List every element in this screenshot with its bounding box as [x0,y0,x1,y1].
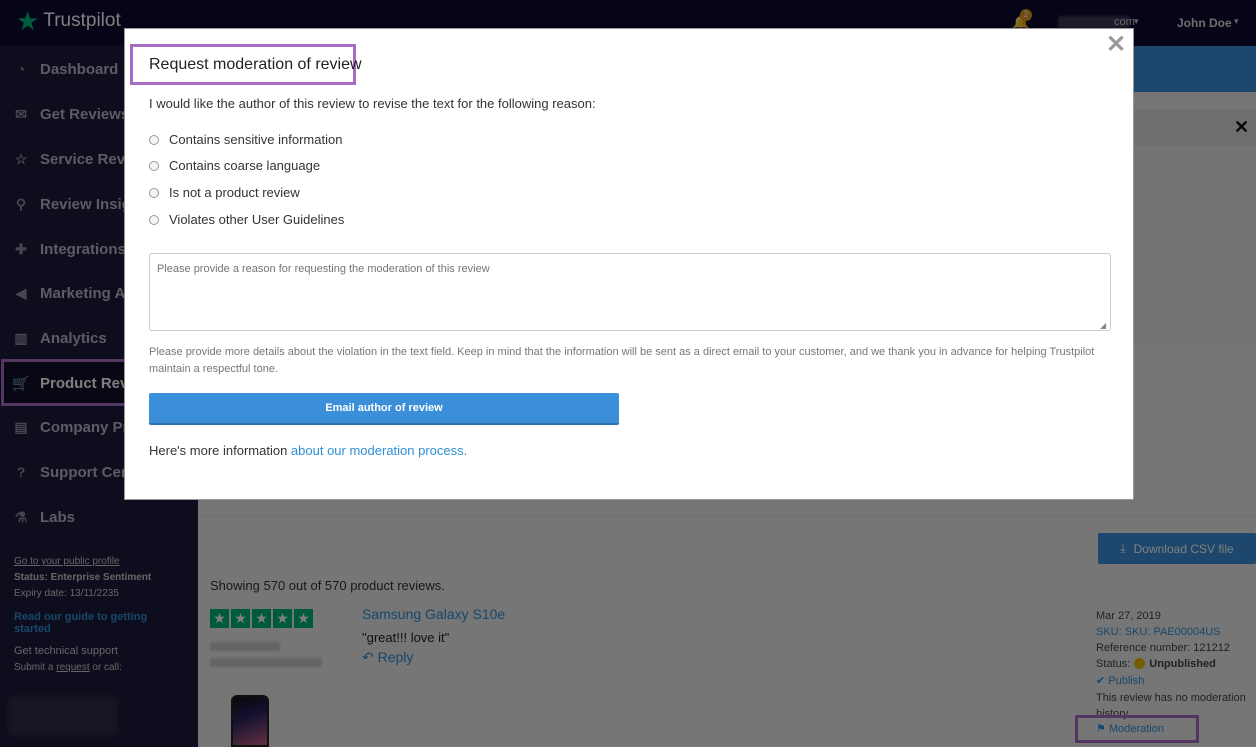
radio-button[interactable] [149,214,159,225]
help-text: Please provide more details about the vi… [149,346,1095,375]
close-icon[interactable]: ✕ [1106,33,1126,57]
radio-button[interactable] [149,134,159,145]
radio-button[interactable] [149,187,159,198]
email-author-button[interactable]: Email author of review [149,393,619,425]
modal-intro: I would like the author of this review t… [149,96,596,111]
reason-option-guidelines[interactable]: Violates other User Guidelines [149,212,344,227]
reason-option-not-product[interactable]: Is not a product review [149,185,300,200]
reason-option-coarse[interactable]: Contains coarse language [149,158,320,173]
more-info-text: Here's more information about our modera… [149,443,468,458]
reason-option-sensitive[interactable]: Contains sensitive information [149,132,342,147]
resize-handle-icon[interactable]: ◢ [1100,321,1106,330]
moderation-modal: ✕ Request moderation of review I would l… [124,28,1134,500]
reason-textarea[interactable] [149,253,1111,331]
radio-button[interactable] [149,160,159,171]
moderation-process-link[interactable]: about our moderation process [291,443,464,458]
modal-title: Request moderation of review [149,56,362,73]
